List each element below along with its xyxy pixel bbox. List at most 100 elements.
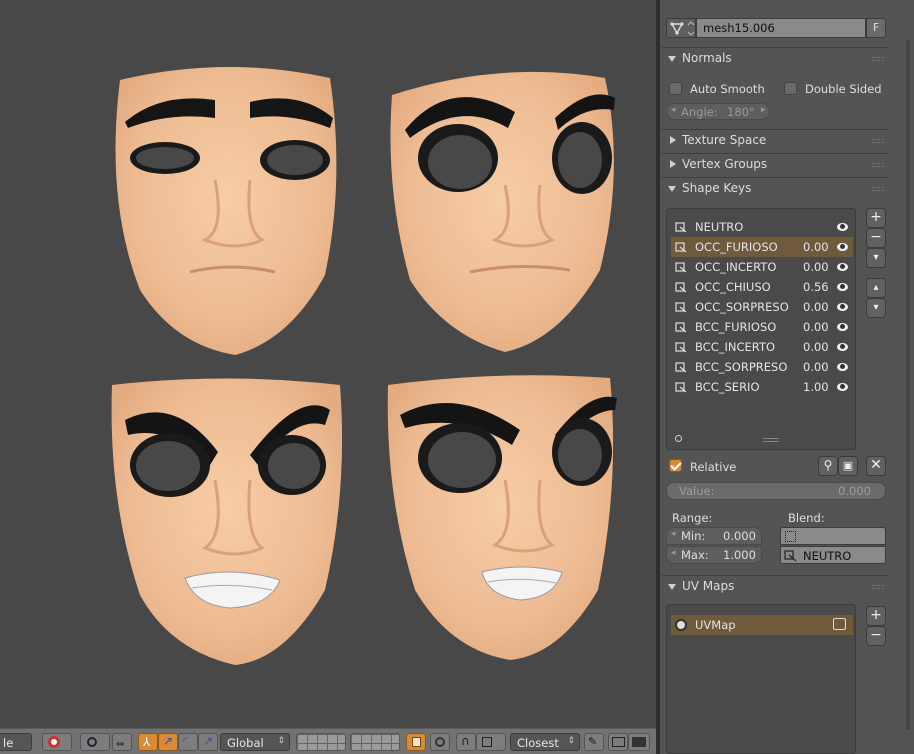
properties-scrollbar[interactable] — [906, 40, 910, 730]
shape-key-value[interactable]: 0.00 — [803, 260, 829, 274]
render-image-button[interactable] — [608, 733, 628, 751]
manipulator-icon[interactable]: ⇔ — [112, 733, 132, 751]
shape-key-value[interactable]: 1.00 — [803, 380, 829, 394]
proportional-editing-button[interactable] — [430, 733, 450, 751]
viewport-shading-icon[interactable] — [42, 733, 72, 751]
range-min-field[interactable]: ◂ Min: 0.000 — [666, 527, 762, 545]
range-label: Range: — [672, 511, 713, 525]
texture-space-panel-header[interactable]: Texture Space — [662, 129, 888, 151]
snap-target-dropdown[interactable]: Closest ⇕ — [510, 733, 580, 751]
orientation-label: Global — [227, 736, 264, 750]
shape-key-icon — [675, 321, 687, 333]
active-render-icon[interactable] — [833, 618, 846, 630]
mesh-name-field[interactable]: mesh15.006 — [696, 18, 866, 38]
list-item[interactable]: BCC_SORPRESO 0.00 — [671, 357, 853, 377]
list-item-selected[interactable]: OCC_FURIOSO 0.00 — [671, 237, 853, 257]
shape-key-value[interactable]: 0.00 — [803, 340, 829, 354]
shape-key-icon — [675, 261, 687, 273]
shape-key-value[interactable]: 0.00 — [803, 300, 829, 314]
shape-key-value[interactable]: 0.00 — [803, 360, 829, 374]
shape-key-value[interactable]: 0.00 — [803, 240, 829, 254]
mesh-name: mesh15.006 — [703, 21, 775, 35]
drag-grip-icon[interactable] — [872, 139, 884, 143]
mode-dropdown[interactable]: le — [0, 733, 32, 751]
eye-icon[interactable] — [837, 223, 848, 231]
eye-icon[interactable] — [837, 263, 848, 271]
list-item[interactable]: OCC_INCERTO 0.00 — [671, 257, 853, 277]
clear-weights-icon[interactable]: ✕ — [866, 456, 886, 476]
mode-dropdown-label: le — [3, 736, 14, 750]
list-filter-icon[interactable] — [675, 435, 682, 442]
snap-toggle-button[interactable]: ∩ — [456, 733, 476, 751]
translate-manipulator-button[interactable]: ↗ — [158, 733, 178, 751]
angle-label: Angle: — [681, 105, 718, 119]
min-label: Min: — [681, 529, 706, 543]
list-item[interactable]: BCC_SERIO 1.00 — [671, 377, 853, 397]
transform-manipulator-toggle[interactable]: ⅄ — [138, 733, 158, 751]
relative-checkbox[interactable] — [669, 459, 682, 472]
list-item[interactable]: BCC_FURIOSO 0.00 — [671, 317, 853, 337]
lock-camera-layers-button[interactable] — [406, 733, 426, 751]
move-down-button[interactable]: ▾ — [866, 298, 886, 318]
shape-keys-panel-header[interactable]: Shape Keys — [662, 177, 888, 199]
list-item-selected[interactable]: UVMap — [671, 615, 853, 635]
shape-key-value[interactable]: 0.56 — [803, 280, 829, 294]
layer-buttons-group-2[interactable] — [350, 733, 400, 751]
rotate-manipulator-button[interactable]: ◜ — [178, 733, 198, 751]
eye-icon[interactable] — [837, 323, 848, 331]
shape-keys-list[interactable]: NEUTRO OCC_FURIOSO 0.00 OCC_INCERTO 0.00… — [666, 208, 856, 450]
scale-manipulator-button[interactable]: ↗ — [198, 733, 218, 751]
drag-grip-icon[interactable] — [872, 57, 884, 61]
proportional-circle-icon — [435, 737, 445, 747]
list-item[interactable]: OCC_SORPRESO 0.00 — [671, 297, 853, 317]
mesh-data-icon[interactable] — [666, 18, 696, 38]
list-item[interactable]: NEUTRO — [671, 217, 853, 237]
3d-viewport[interactable] — [0, 0, 656, 728]
fake-user-button[interactable]: F — [866, 18, 886, 38]
pivot-point-icon[interactable] — [80, 733, 110, 751]
list-item[interactable]: BCC_INCERTO 0.00 — [671, 337, 853, 357]
shape-key-name: OCC_INCERTO — [695, 260, 777, 274]
normals-panel-header[interactable]: Normals — [662, 47, 888, 69]
shape-key-edit-mode-icon[interactable]: ▣ — [838, 456, 858, 476]
move-up-button[interactable]: ▴ — [866, 278, 886, 298]
eye-icon[interactable] — [837, 283, 848, 291]
snap-vertex-icon — [482, 737, 492, 747]
add-uv-map-button[interactable]: + — [866, 606, 886, 626]
uv-maps-panel-header[interactable]: UV Maps — [662, 575, 888, 597]
orientation-dropdown[interactable]: Global ⇕ — [220, 733, 290, 751]
render-animation-button[interactable] — [628, 733, 650, 751]
pin-icon[interactable]: ⚲ — [818, 456, 838, 476]
value-slider[interactable]: Value: 0.000 — [666, 482, 886, 500]
uv-maps-list[interactable]: UVMap — [666, 604, 856, 754]
eye-icon[interactable] — [837, 303, 848, 311]
shape-key-value[interactable]: 0.00 — [803, 320, 829, 334]
eye-icon[interactable] — [837, 383, 848, 391]
snap-element-button[interactable] — [476, 733, 506, 751]
shape-key-specials-button[interactable]: ▾ — [866, 248, 886, 268]
drag-grip-icon[interactable] — [872, 187, 884, 191]
remove-uv-map-button[interactable]: − — [866, 626, 886, 646]
remove-shape-key-button[interactable]: − — [866, 228, 886, 248]
vertex-groups-panel-header[interactable]: Vertex Groups — [662, 153, 888, 175]
vertex-group-field[interactable] — [780, 527, 886, 545]
render-opengl-button[interactable]: ✎ — [584, 733, 604, 751]
layer-buttons-group-1[interactable] — [296, 733, 346, 751]
shape-key-name: OCC_FURIOSO — [695, 240, 778, 254]
eye-icon[interactable] — [837, 343, 848, 351]
angle-left-arrow-icon: ◂ — [671, 105, 676, 115]
drag-grip-icon[interactable] — [872, 585, 884, 589]
eye-icon[interactable] — [837, 363, 848, 371]
eye-icon[interactable] — [837, 243, 848, 251]
range-max-field[interactable]: ◂ Max: 1.000 — [666, 546, 762, 564]
double-sided-checkbox[interactable] — [784, 82, 797, 95]
add-shape-key-button[interactable]: + — [866, 208, 886, 228]
list-resize-grip[interactable] — [763, 438, 779, 442]
blend-key-field[interactable]: NEUTRO — [780, 546, 886, 564]
drag-grip-icon[interactable] — [872, 163, 884, 167]
auto-smooth-checkbox[interactable] — [669, 82, 682, 95]
face-angry-top-right — [390, 71, 615, 353]
angle-field[interactable]: ◂ Angle: 180° ▸ — [666, 103, 770, 120]
list-item[interactable]: OCC_CHIUSO 0.56 — [671, 277, 853, 297]
expand-arrow-icon — [668, 584, 676, 590]
